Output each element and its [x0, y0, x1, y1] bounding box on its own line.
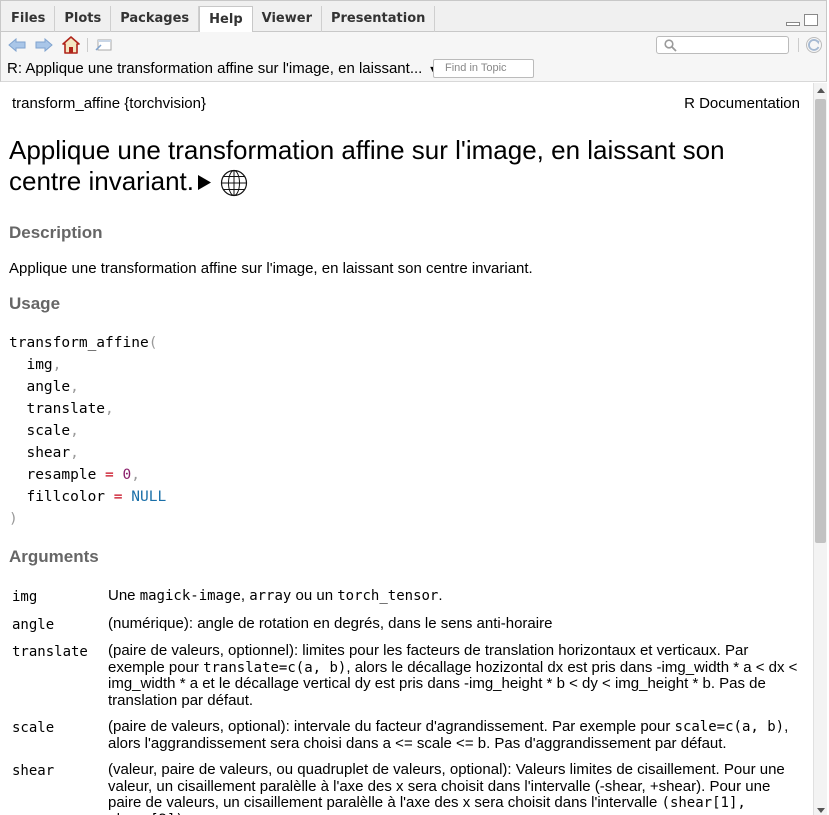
argument-row: img Une magick-image, array ou un torch_… — [12, 587, 802, 606]
argument-name: angle — [12, 616, 55, 633]
usage-default: 0 — [122, 467, 132, 483]
usage-arg: img — [26, 357, 53, 373]
vertical-scrollbar[interactable] — [813, 83, 827, 815]
tab-help[interactable]: Help — [199, 6, 253, 33]
tab-files[interactable]: Files — [2, 6, 56, 32]
usage-paren: ( — [148, 335, 158, 351]
back-arrow-icon[interactable] — [8, 36, 26, 54]
description-heading: Description — [9, 223, 103, 242]
scrollbar-thumb[interactable] — [815, 99, 826, 543]
topic-toolbar: R: Applique une transformation affine su… — [0, 58, 827, 82]
usage-paren: ) — [9, 511, 18, 527]
tab-plots[interactable]: Plots — [55, 6, 112, 32]
topic-title: R: Applique une transformation affine su… — [7, 60, 423, 77]
argument-description: (paire de valeurs, optional): intervale … — [108, 718, 802, 752]
help-toolbar — [0, 32, 827, 58]
usage-arg: scale — [26, 423, 71, 439]
usage-comma: , — [131, 467, 140, 483]
usage-comma: , — [70, 423, 79, 439]
tab-list: Files Plots Packages Help Viewer Present… — [2, 6, 436, 33]
forward-arrow-icon[interactable] — [35, 36, 53, 54]
scroll-down-icon[interactable] — [817, 808, 825, 813]
description-text: Applique une transformation affine sur l… — [9, 260, 533, 277]
argument-name: translate — [12, 644, 88, 660]
argument-description: (paire de valeurs, optionnel): limites p… — [108, 642, 802, 709]
arguments-table: img Une magick-image, array ou un torch_… — [12, 587, 802, 815]
usage-arg: angle — [26, 379, 71, 395]
doc-header-left: transform_affine {torchvision} — [12, 95, 206, 112]
argument-description: Une magick-image, array ou un torch_tens… — [108, 587, 802, 606]
usage-equals: = — [105, 467, 114, 483]
usage-comma: , — [52, 357, 62, 373]
help-content: transform_affine {torchvision} R Documen… — [0, 83, 813, 815]
argument-description: (numérique): angle de rotation en degrés… — [108, 614, 553, 632]
argument-text: (paire de valeurs, optional): intervale … — [108, 718, 675, 735]
tab-packages[interactable]: Packages — [111, 6, 200, 32]
doc-header-right: R Documentation — [684, 95, 800, 112]
usage-comma: , — [70, 445, 79, 461]
page-title: Applique une transformation affine sur l… — [9, 135, 799, 197]
search-icon — [664, 39, 677, 52]
play-triangle-icon[interactable] — [197, 174, 212, 191]
pane-tab-bar: Files Plots Packages Help Viewer Present… — [0, 0, 827, 33]
usage-arg: fillcolor — [26, 489, 106, 505]
argument-text: ou un — [291, 587, 338, 604]
usage-arg: shear — [26, 445, 71, 461]
maximize-pane-button[interactable] — [804, 14, 818, 26]
tab-presentation[interactable]: Presentation — [322, 6, 436, 32]
usage-arg: resample — [26, 467, 97, 483]
tab-viewer[interactable]: Viewer — [253, 6, 322, 32]
argument-text: . — [438, 587, 443, 604]
argument-code: magick-image — [139, 588, 241, 604]
usage-heading: Usage — [9, 294, 61, 313]
usage-arg: translate — [26, 401, 106, 417]
argument-code: torch_tensor — [337, 588, 439, 604]
usage-code: transform_affine( img, angle, translate,… — [9, 332, 166, 530]
argument-row: angle (numérique): angle de rotation en … — [12, 614, 802, 634]
topic-dropdown[interactable]: R: Applique une transformation affine su… — [7, 60, 437, 77]
minimize-pane-button[interactable] — [786, 22, 800, 26]
usage-equals: = — [113, 489, 123, 505]
argument-code: translate=c(a, b) — [203, 659, 347, 676]
argument-code: scale=c(a, b) — [674, 719, 785, 735]
home-icon[interactable] — [62, 36, 80, 54]
argument-text: . — [184, 811, 188, 815]
page-title-text: Applique une transformation affine sur l… — [9, 135, 725, 196]
usage-function: transform_affine — [9, 335, 149, 351]
toolbar-divider — [87, 38, 88, 52]
scroll-up-icon[interactable] — [817, 88, 825, 93]
argument-code: array — [249, 588, 292, 604]
refresh-icon[interactable] — [805, 36, 823, 54]
help-search-input[interactable] — [656, 36, 789, 54]
globe-icon[interactable] — [220, 169, 248, 197]
argument-name: img — [12, 589, 38, 605]
toolbar-divider — [798, 38, 799, 52]
usage-comma: , — [70, 379, 79, 395]
argument-row: scale (paire de valeurs, optional): inte… — [12, 718, 802, 752]
find-in-topic-input[interactable]: Find in Topic — [433, 59, 534, 78]
arguments-heading: Arguments — [9, 547, 99, 566]
window-controls — [786, 14, 818, 26]
show-in-window-icon[interactable] — [95, 36, 113, 54]
argument-text: , — [240, 587, 250, 604]
argument-name: shear — [12, 763, 55, 779]
argument-row: shear (valeur, paire de valeurs, ou quad… — [12, 761, 802, 815]
usage-comma: , — [105, 401, 114, 417]
argument-text: Une — [108, 587, 140, 604]
usage-default: NULL — [131, 489, 167, 505]
argument-row: translate (paire de valeurs, optionnel):… — [12, 642, 802, 709]
argument-name: scale — [12, 720, 55, 736]
argument-description: (valeur, paire de valeurs, ou quadruplet… — [108, 761, 802, 815]
